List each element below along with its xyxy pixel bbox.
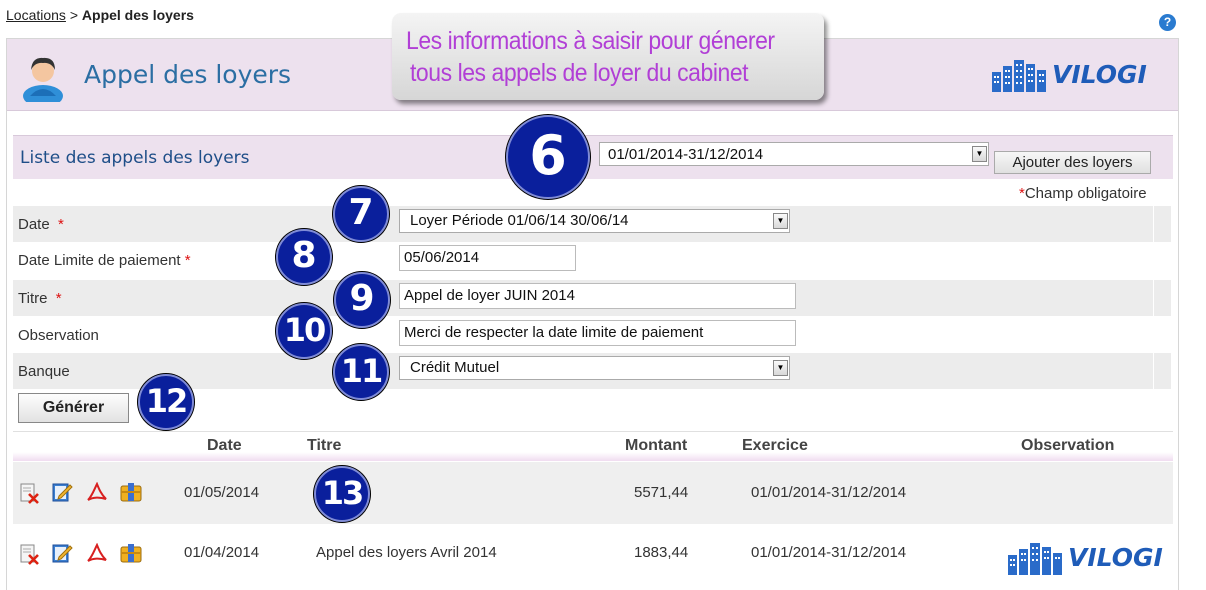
bank-label: Banque (18, 363, 70, 380)
bank-select[interactable]: Crédit Mutuel ▼ (399, 356, 790, 380)
row-2-amount: 1883,44 (634, 544, 689, 561)
step-badge-7: 7 (333, 186, 389, 242)
chevron-down-icon[interactable]: ▼ (773, 213, 788, 229)
page-title: Appel des loyers (84, 60, 292, 89)
period-select[interactable]: 01/01/2014-31/12/2014 ▼ (599, 142, 989, 166)
edit-icon[interactable] (51, 542, 73, 564)
breadcrumb-current: Appel des loyers (81, 7, 194, 23)
vilogi-logo: VILOGI (992, 58, 1152, 92)
step-badge-8: 8 (276, 229, 332, 285)
row-1-date: 01/05/2014 (184, 484, 260, 501)
due-date-input[interactable]: 05/06/2014 (399, 245, 576, 271)
row-end-cell (1153, 353, 1171, 389)
vilogi-logo: VILOGI (1008, 541, 1168, 575)
bank-select-value: Crédit Mutuel (410, 359, 500, 376)
step-badge-13: 13 (314, 466, 370, 522)
observation-input[interactable]: Merci de respecter la date limite de pai… (399, 320, 796, 346)
required-mark: * (58, 216, 64, 233)
observation-label: Observation (18, 327, 99, 344)
date-select-value: Loyer Période 01/06/14 30/06/14 (410, 212, 629, 229)
archive-icon[interactable] (120, 542, 142, 564)
callout-line-1: Les informations à saisir pour génerer (406, 27, 775, 55)
required-note-text: Champ obligatoire (1024, 185, 1147, 202)
step-badge-12: 12 (138, 374, 194, 430)
info-callout: Les informations à saisir pour génerer t… (392, 13, 824, 100)
column-header-period: Exercice (742, 437, 808, 454)
row-2-title: Appel des loyers Avril 2014 (316, 544, 497, 561)
pdf-icon[interactable] (86, 543, 108, 565)
pdf-icon[interactable] (86, 482, 108, 504)
date-select[interactable]: Loyer Période 01/06/14 30/06/14 ▼ (399, 209, 790, 233)
add-rents-button[interactable]: Ajouter des loyers (994, 151, 1151, 174)
period-select-value: 01/01/2014-31/12/2014 (608, 146, 764, 163)
archive-icon[interactable] (120, 481, 142, 503)
column-header-date: Date (207, 437, 242, 454)
row-2-period: 01/01/2014-31/12/2014 (751, 544, 907, 561)
due-date-label-text: Date Limite de paiement (18, 252, 181, 269)
due-date-label: Date Limite de paiement * (18, 252, 191, 269)
breadcrumb: Locations > Appel des loyers (6, 7, 194, 23)
breadcrumb-link-locations[interactable]: Locations (6, 7, 66, 23)
breadcrumb-separator: > (69, 7, 79, 23)
row-2-date: 01/04/2014 (184, 544, 260, 561)
step-badge-10: 10 (276, 303, 332, 359)
title-input[interactable]: Appel de loyer JUIN 2014 (399, 283, 796, 309)
column-header-title: Titre (307, 437, 342, 454)
required-field-note: *Champ obligatoire (1019, 185, 1147, 202)
delete-doc-icon[interactable] (19, 543, 41, 565)
help-icon[interactable]: ? (1159, 14, 1176, 31)
row-1-amount: 5571,44 (634, 484, 689, 501)
generate-button[interactable]: Générer (18, 393, 129, 423)
logo-text: VILOGI (1068, 543, 1163, 572)
table-header (13, 431, 1173, 461)
logo-text: VILOGI (1052, 60, 1147, 89)
chevron-down-icon[interactable]: ▼ (773, 360, 788, 376)
column-header-amount: Montant (625, 437, 688, 454)
delete-doc-icon[interactable] (19, 482, 41, 504)
edit-icon[interactable] (51, 481, 73, 503)
required-mark: * (55, 290, 62, 307)
chevron-down-icon[interactable]: ▼ (972, 146, 987, 162)
required-mark: * (184, 252, 191, 269)
step-badge-11: 11 (333, 344, 389, 400)
callout-line-2: tous les appels de loyer du cabinet (410, 59, 749, 87)
date-label: Date * (18, 216, 64, 233)
step-badge-9: 9 (334, 272, 390, 328)
row-end-cell (1153, 280, 1171, 316)
title-label-text: Titre (18, 290, 48, 307)
building-logo-icon (1008, 543, 1062, 575)
row-1-period: 01/01/2014-31/12/2014 (751, 484, 907, 501)
user-icon (23, 57, 63, 102)
date-label-text: Date (18, 216, 50, 233)
column-header-observation: Observation (1021, 437, 1115, 454)
row-end-cell (1153, 206, 1171, 242)
title-label: Titre * (18, 290, 62, 307)
building-logo-icon (992, 60, 1046, 92)
section-title: Liste des appels des loyers (20, 148, 250, 168)
step-badge-6: 6 (506, 115, 590, 199)
